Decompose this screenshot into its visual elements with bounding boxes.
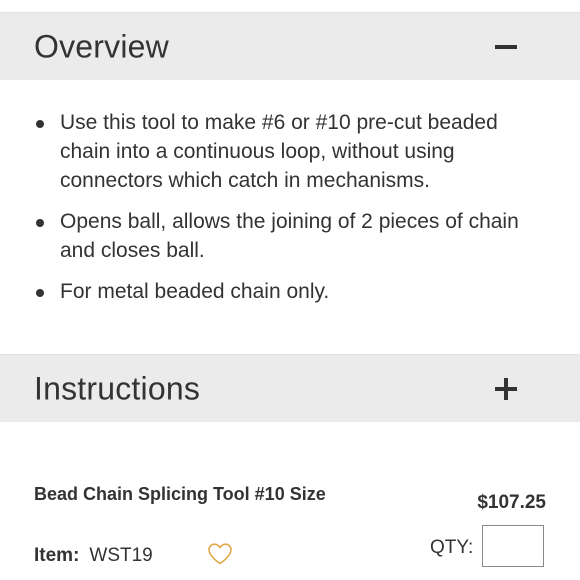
overview-accordion-header[interactable]: Overview <box>0 12 580 80</box>
item-label: Item: <box>34 545 80 566</box>
instructions-title: Instructions <box>34 370 201 406</box>
bullet-icon <box>36 289 44 297</box>
bullet-text: Opens ball, allows the joining of 2 piec… <box>60 210 519 262</box>
plus-icon[interactable] <box>494 377 518 401</box>
item-number-row: Item: WST19 <box>34 545 153 567</box>
product-name[interactable]: Bead Chain Splicing Tool #10 Size <box>34 482 334 506</box>
overview-content: Use this tool to make #6 or #10 pre-cut … <box>0 108 580 318</box>
heart-icon[interactable] <box>207 542 233 566</box>
quantity-input[interactable] <box>482 525 544 567</box>
bullet-icon <box>36 120 44 128</box>
bullet-text: For metal beaded chain only. <box>60 280 330 303</box>
list-item: For metal beaded chain only. <box>0 277 580 306</box>
instructions-accordion-header[interactable]: Instructions <box>0 354 580 422</box>
list-item: Opens ball, allows the joining of 2 piec… <box>0 207 580 265</box>
minus-icon[interactable] <box>494 35 518 59</box>
bullet-text: Use this tool to make #6 or #10 pre-cut … <box>60 111 498 192</box>
product-row: Bead Chain Splicing Tool #10 Size Item: W… <box>0 470 580 580</box>
overview-title: Overview <box>34 28 169 64</box>
bullet-icon <box>36 219 44 227</box>
product-price: $107.25 <box>477 492 546 513</box>
overview-bullet-list: Use this tool to make #6 or #10 pre-cut … <box>0 108 580 306</box>
item-number: WST19 <box>89 545 153 566</box>
list-item: Use this tool to make #6 or #10 pre-cut … <box>0 108 580 195</box>
qty-label: QTY: <box>430 537 474 558</box>
